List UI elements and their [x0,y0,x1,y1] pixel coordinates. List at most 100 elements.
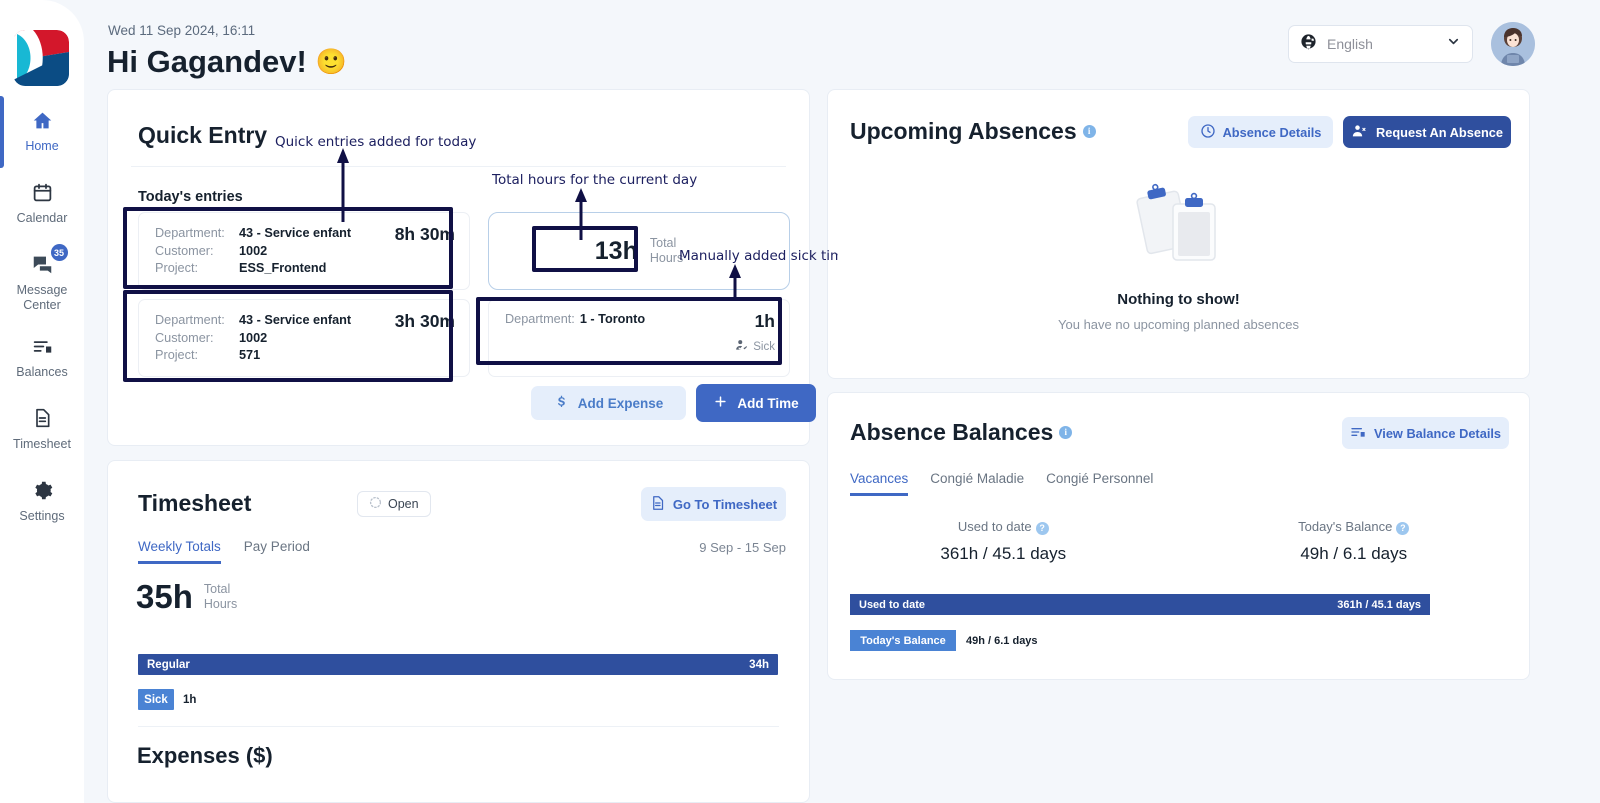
empty-state-title: Nothing to show! [1117,291,1240,308]
stat-value: 361h / 45.1 days [940,544,1067,563]
sidebar-item-home[interactable]: Home [0,96,84,168]
clock-icon [1200,123,1216,142]
timesheet-tabs: Weekly Totals Pay Period [138,539,310,564]
dollar-icon [554,394,569,413]
total-hours-value: 13h [594,236,638,265]
absence-details-label: Absence Details [1222,124,1322,140]
tab-pay-period[interactable]: Pay Period [244,539,310,564]
absence-balances-tabs: Vacances Congié Maladie Congié Personnel [850,471,1153,496]
sick-tag-label: Sick [753,340,775,353]
timesheet-status-label: Open [388,497,419,511]
info-icon[interactable]: i [1059,426,1073,439]
avatar[interactable] [1491,22,1535,66]
balance-bar-used: Used to date 361h / 45.1 days [850,594,1430,615]
add-time-label: Add Time [737,395,799,411]
department-label: Department: [505,312,575,326]
sidebar-item-timesheet[interactable]: Timesheet [0,394,84,466]
clipboards-icon [1131,180,1227,277]
smiley-icon: 🙂 [315,47,347,76]
stat-value: 49h / 6.1 days [1300,544,1408,563]
divider [131,166,786,167]
timesheet-title: Timesheet [138,490,252,516]
sidebar: Home Calendar 35 Message Center Balances… [0,0,84,803]
absence-balances-title: Absence Balances i [850,419,1073,446]
customer-value: 1002 [239,243,268,258]
add-time-button[interactable]: Add Time [696,384,816,422]
customer-value: 1002 [239,330,268,345]
balances-icon [32,333,53,359]
document-icon [650,495,665,514]
project-label: Project: [155,261,199,275]
dotted-circle-icon [369,496,382,512]
sidebar-item-label: Balances [16,365,68,379]
globe-icon [1300,33,1317,55]
quick-entry-item[interactable]: Department: 43 - Service enfant Customer:… [138,212,470,290]
empty-state: Nothing to show! You have no upcoming pl… [828,180,1529,332]
customer-label: Customer: [155,330,214,345]
request-absence-label: Request An Absence [1375,124,1504,140]
tab-conge-personnel[interactable]: Congié Personnel [1046,471,1153,496]
sidebar-item-label: Timesheet [13,437,71,451]
project-value: ESS_Frontend [239,261,327,275]
company-logo[interactable] [13,30,69,86]
expenses-title: Expenses ($) [137,743,273,768]
absence-details-button[interactable]: Absence Details [1188,116,1333,148]
request-absence-button[interactable]: Request An Absence [1343,116,1511,148]
balances-icon [1350,424,1366,443]
sidebar-item-settings[interactable]: Settings [0,466,84,538]
go-to-timesheet-button[interactable]: Go To Timesheet [641,487,786,521]
message-icon: 35 [31,244,68,277]
customer-label: Customer: [155,243,214,258]
view-balance-details-button[interactable]: View Balance Details [1342,417,1509,449]
balance-bar-today-row: Today's Balance 49h / 6.1 days [850,630,1038,651]
current-datetime: Wed 11 Sep 2024, 16:11 [108,23,256,38]
empty-state-text: You have no upcoming planned absences [1058,317,1299,332]
divider [138,726,779,727]
sick-entry-item[interactable]: Department: 1 - Toronto 1h Sick [488,299,790,377]
tab-weekly-totals[interactable]: Weekly Totals [138,539,221,564]
question-icon[interactable]: ? [1035,522,1049,535]
view-balance-details-label: View Balance Details [1373,425,1502,441]
person-remove-icon [1351,123,1368,142]
sidebar-item-calendar[interactable]: Calendar [0,168,84,240]
absence-balances-card: Absence Balances i View Balance Details V… [827,392,1530,680]
language-label: English [1327,36,1373,52]
department-value: 43 - Service enfant [239,313,352,327]
chevron-down-icon [1446,34,1461,54]
sick-entry-hours: 1h [754,311,775,331]
go-to-timesheet-label: Go To Timesheet [672,496,778,512]
sidebar-item-message-center[interactable]: 35 Message Center [0,240,84,322]
timesheet-bar-sick: Sick [138,689,174,710]
balance-bar-today: Today's Balance [850,630,956,651]
sidebar-item-label: Message Center [16,283,68,312]
stat-todays-balance: Today's Balance? 49h / 6.1 days [1179,519,1530,564]
bar-label: Used to date [859,598,926,611]
project-label: Project: [155,348,199,362]
avatar-image [1491,22,1535,66]
timesheet-bar-regular: Regular 34h [138,654,778,675]
sidebar-item-label: Home [25,139,59,153]
timesheet-card: Timesheet Open Go To Timesheet Weekly To… [107,460,810,803]
stat-used-to-date: Used to date? 361h / 45.1 days [828,519,1179,564]
department-label: Department: [155,226,225,240]
upcoming-absences-card: Upcoming Absences i Absence Details Reque… [827,89,1530,379]
add-expense-button[interactable]: Add Expense [531,386,686,420]
tab-conge-maladie[interactable]: Congié Maladie [930,471,1024,496]
bar-label: Regular [147,658,190,671]
bar-value: 1h [183,693,197,706]
quick-entry-card: Quick Entry Today's entries Department: 4… [107,89,816,446]
quick-entry-item[interactable]: Department: 43 - Service enfant Customer:… [138,299,470,377]
sidebar-item-balances[interactable]: Balances [0,322,84,394]
info-icon[interactable]: i [1082,125,1096,138]
stat-label: Used to date? [828,519,1179,535]
tab-vacances[interactable]: Vacances [850,471,909,496]
stat-label: Today's Balance? [1179,519,1530,535]
question-icon[interactable]: ? [1396,522,1410,535]
timesheet-total-value: 35h [136,578,193,615]
todays-entries-label: Today's entries [138,189,243,205]
language-selector[interactable]: English [1288,25,1473,63]
sick-entry-header: Department: 1 - Toronto [505,312,773,326]
document-icon [32,405,52,431]
plus-icon [713,394,728,412]
sidebar-nav: Home Calendar 35 Message Center Balances… [0,96,84,538]
